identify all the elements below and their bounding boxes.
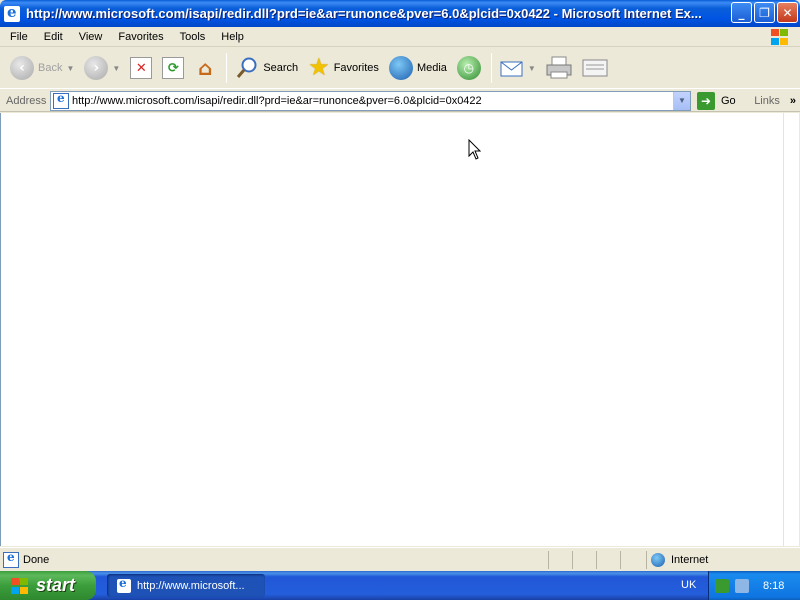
- favorites-label: Favorites: [333, 62, 379, 74]
- address-label: Address: [6, 94, 47, 107]
- minimize-button[interactable]: _: [731, 2, 752, 23]
- forward-arrow-icon: ›: [84, 56, 109, 80]
- address-box[interactable]: ▼: [50, 90, 691, 111]
- go-arrow-icon: ➜: [697, 91, 715, 110]
- status-panel: [620, 550, 642, 569]
- menu-help[interactable]: Help: [212, 31, 251, 43]
- home-icon: ⌂: [198, 56, 213, 80]
- address-dropdown-icon[interactable]: ▼: [673, 91, 690, 110]
- window-title: http://www.microsoft.com/isapi/redir.dll…: [26, 6, 702, 21]
- security-zone[interactable]: Internet: [646, 550, 796, 569]
- taskbar-item-ie[interactable]: http://www.microsoft...: [107, 574, 265, 597]
- edit-button[interactable]: [578, 51, 612, 85]
- toolbar: ‹ Back ▼ › ▼ ✕ ⟳ ⌂ Search ★ Favorites Me…: [0, 48, 800, 89]
- chevron-right-icon: »: [789, 94, 796, 107]
- edit-page-icon: [582, 59, 608, 77]
- chevron-down-icon[interactable]: ▼: [66, 64, 74, 73]
- network-icon[interactable]: [715, 578, 729, 593]
- go-label: Go: [721, 94, 736, 107]
- start-label: start: [36, 575, 76, 595]
- mail-icon: [500, 61, 523, 77]
- tray-status-icon[interactable]: [735, 578, 749, 593]
- refresh-icon: ⟳: [162, 57, 185, 79]
- chevron-down-icon[interactable]: ▼: [112, 64, 120, 73]
- page-icon: [53, 91, 69, 109]
- clock[interactable]: 8:18: [763, 580, 784, 592]
- status-bar: Done Internet: [0, 547, 800, 571]
- status-panel: [572, 550, 594, 569]
- menu-tools[interactable]: Tools: [171, 31, 213, 43]
- taskbar: start http://www.microsoft... UK 8:18: [0, 571, 800, 600]
- stop-button[interactable]: ✕: [126, 51, 156, 85]
- favorites-button[interactable]: ★ Favorites: [304, 51, 383, 85]
- zone-label: Internet: [671, 553, 709, 566]
- search-icon: [237, 57, 257, 78]
- links-label: Links: [754, 94, 780, 107]
- history-button[interactable]: ◷: [453, 51, 485, 85]
- ie-icon: [117, 576, 131, 593]
- status-panel: [596, 550, 618, 569]
- home-button[interactable]: ⌂: [190, 51, 220, 85]
- status-text: Done: [23, 553, 50, 566]
- restore-button[interactable]: ❐: [754, 2, 775, 23]
- back-button[interactable]: ‹ Back ▼: [6, 51, 78, 85]
- chevron-down-icon[interactable]: ▼: [528, 64, 536, 73]
- mail-button[interactable]: ▼: [496, 51, 540, 85]
- menu-favorites[interactable]: Favorites: [109, 31, 170, 43]
- menu-edit[interactable]: Edit: [35, 31, 70, 43]
- menu-file[interactable]: File: [0, 31, 35, 43]
- media-button[interactable]: Media: [385, 51, 451, 85]
- language-indicator[interactable]: UK: [681, 579, 696, 591]
- ie-icon: [4, 3, 20, 22]
- back-label: Back: [38, 62, 63, 74]
- history-icon: ◷: [456, 56, 481, 80]
- status-panel: [548, 550, 570, 569]
- windows-logo-icon: [770, 28, 790, 46]
- print-button[interactable]: [542, 51, 576, 85]
- close-button[interactable]: ✕: [777, 2, 798, 23]
- media-globe-icon: [388, 56, 413, 80]
- window-controls: _ ❐ ✕: [731, 2, 798, 23]
- refresh-button[interactable]: ⟳: [158, 51, 188, 85]
- stop-icon: ✕: [130, 57, 153, 79]
- back-arrow-icon: ‹: [10, 56, 34, 80]
- go-button[interactable]: ➜ Go: [697, 91, 736, 110]
- address-input[interactable]: [72, 92, 672, 109]
- media-label: Media: [416, 62, 447, 74]
- windows-logo-icon: [10, 577, 30, 595]
- system-tray: 8:18: [708, 571, 800, 600]
- toolbar-separator: [490, 53, 492, 83]
- links-button[interactable]: Links »: [754, 95, 796, 107]
- printer-icon: [546, 56, 572, 79]
- mouse-cursor-icon: [468, 139, 482, 160]
- start-button[interactable]: start: [0, 571, 96, 600]
- star-icon: ★: [308, 54, 330, 81]
- search-button[interactable]: Search: [231, 51, 302, 85]
- title-bar[interactable]: http://www.microsoft.com/isapi/redir.dll…: [0, 0, 800, 27]
- page-icon: [3, 550, 19, 568]
- address-bar: Address ▼ ➜ Go Links »: [0, 90, 800, 112]
- menu-bar: File Edit View Favorites Tools Help: [0, 27, 800, 47]
- globe-icon: [651, 552, 665, 567]
- forward-button[interactable]: › ▼: [80, 51, 124, 85]
- toolbar-separator: [226, 53, 228, 83]
- taskbar-item-label: http://www.microsoft...: [137, 579, 245, 592]
- page-content[interactable]: [0, 113, 783, 546]
- search-label: Search: [263, 62, 299, 74]
- vertical-scrollbar[interactable]: [783, 113, 799, 546]
- menu-view[interactable]: View: [70, 31, 110, 43]
